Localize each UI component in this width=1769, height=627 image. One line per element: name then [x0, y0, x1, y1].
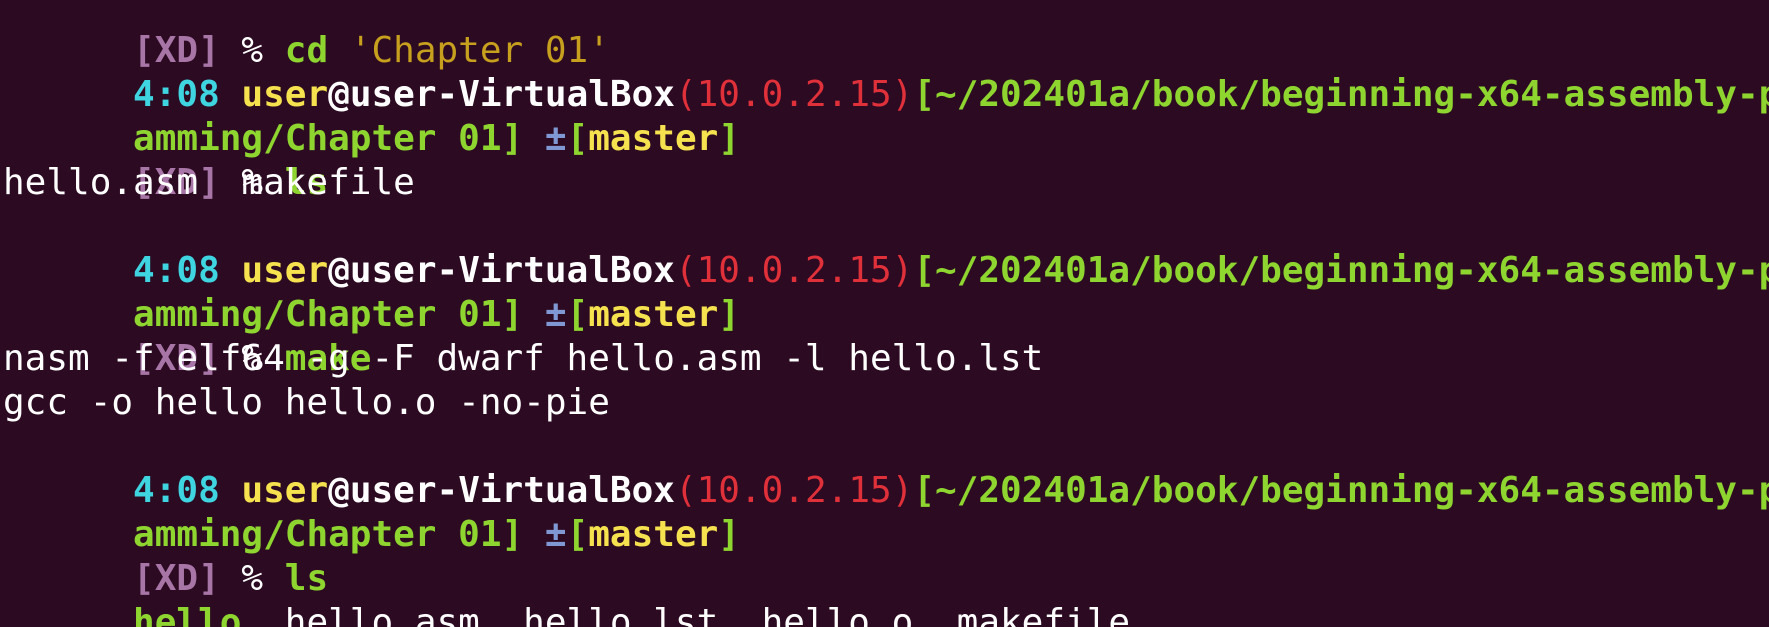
branch-close: ]	[718, 294, 740, 335]
git-status-icon: ±	[544, 118, 567, 159]
prompt-at: @	[328, 250, 350, 291]
command-output: nasm -f elf64 -g -F dwarf hello.asm -l h…	[3, 338, 1044, 379]
executable-file: hello	[133, 602, 242, 627]
terminal-output: [XD] % cd 'Chapter 01' 4:08 user@user-Vi…	[3, 0, 1769, 627]
terminal-window[interactable]: [XD] % cd 'Chapter 01' 4:08 user@user-Vi…	[0, 0, 1769, 627]
prompt-host: user-VirtualBox	[349, 470, 675, 511]
prompt-path-cont: amming/Chapter 01]	[133, 118, 524, 159]
prompt-ip: (10.0.2.15)	[674, 74, 914, 115]
git-status-icon: ±	[544, 294, 567, 335]
prompt-tag: [XD]	[133, 30, 220, 71]
prompt-line: 4:08 user@user-VirtualBox(10.0.2.15)[~/2…	[3, 205, 1769, 291]
prompt-path: [~/202401a/book/beginning-x64-assembly-p…	[913, 470, 1769, 511]
prompt-symbol: %	[219, 30, 285, 71]
prompt-ip: (10.0.2.15)	[674, 470, 914, 511]
prompt-path-cont: amming/Chapter 01]	[133, 514, 524, 555]
prompt-host: user-VirtualBox	[349, 74, 675, 115]
terminal-line: [XD] % cd 'Chapter 01'	[3, 0, 1769, 71]
command-output: gcc -o hello hello.o -no-pie	[3, 382, 610, 423]
prompt-at: @	[328, 470, 350, 511]
git-branch: master	[588, 294, 719, 335]
git-branch: master	[588, 514, 719, 555]
prompt-tag: [XD]	[133, 558, 220, 599]
prompt-user: user	[241, 470, 329, 511]
branch-close: ]	[718, 514, 740, 555]
prompt-line: 4:08 user@user-VirtualBox(10.0.2.15)[~/2…	[3, 425, 1769, 511]
prompt-user: user	[241, 74, 329, 115]
prompt-host: user-VirtualBox	[349, 250, 675, 291]
prompt-path: [~/202401a/book/beginning-x64-assembly-p…	[913, 250, 1769, 291]
git-branch: master	[588, 118, 719, 159]
branch-open: [	[566, 514, 589, 555]
branch-open: [	[566, 294, 589, 335]
git-status-icon: ±	[544, 514, 567, 555]
prompt-path-cont: amming/Chapter 01]	[133, 294, 524, 335]
prompt-path: [~/202401a/book/beginning-x64-assembly-p…	[913, 74, 1769, 115]
file-list: hello.asm hello.lst hello.o makefile	[241, 602, 1131, 627]
prompt-ip: (10.0.2.15)	[674, 250, 914, 291]
branch-open: [	[566, 118, 589, 159]
prompt-user: user	[241, 250, 329, 291]
prompt-at: @	[328, 74, 350, 115]
branch-close: ]	[718, 118, 740, 159]
prompt-time: 4:08	[133, 470, 220, 511]
command-argument: 'Chapter 01'	[328, 30, 610, 71]
prompt-symbol: %	[219, 558, 285, 599]
prompt-time: 4:08	[133, 74, 220, 115]
command-output: hello.asm makefile	[3, 162, 415, 203]
command-name: cd	[284, 30, 329, 71]
prompt-time: 4:08	[133, 250, 220, 291]
command-name: ls	[284, 558, 329, 599]
